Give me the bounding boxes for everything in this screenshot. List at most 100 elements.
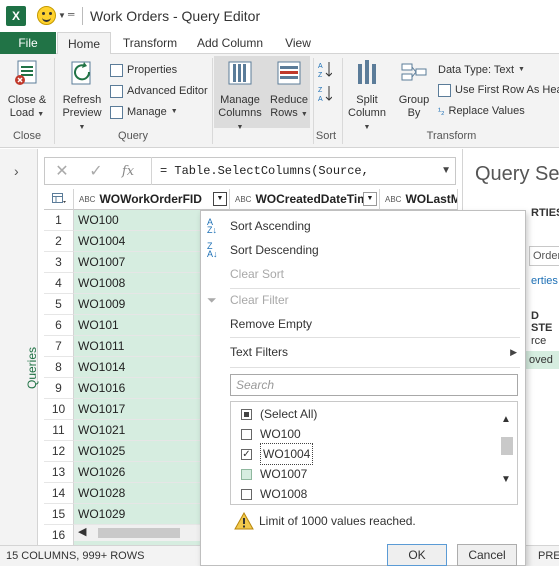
column-filter-dropdown-icon[interactable]: ▼ <box>213 192 227 206</box>
text-type-icon: ABC <box>79 194 96 204</box>
table-menu-icon[interactable] <box>44 189 74 210</box>
filter-value-item[interactable]: (Select All) <box>241 404 317 424</box>
ribbon: Close & Load ▼ Close Refresh Preview ▼ P… <box>0 54 559 148</box>
filter-value-item[interactable]: WO1008 <box>241 484 307 504</box>
cancel-formula-icon[interactable]: ✕ <box>45 161 79 181</box>
column-filter-dropdown-icon[interactable]: ▼ <box>363 192 377 206</box>
ok-button[interactable]: OK <box>387 544 447 566</box>
row-number[interactable]: 9 <box>44 378 74 399</box>
row-number[interactable]: 2 <box>44 231 74 252</box>
manage-columns-button[interactable]: Manage Columns ▼ <box>216 58 264 134</box>
chevron-down-icon: ▼ <box>236 124 244 131</box>
chevron-down-icon[interactable]: ▼ <box>58 11 66 20</box>
manage-button[interactable]: Manage ▼ <box>110 103 178 121</box>
row-number[interactable]: 5 <box>44 294 74 315</box>
tab-file[interactable]: File <box>0 32 56 54</box>
tab-home[interactable]: Home <box>57 32 111 55</box>
formula-input[interactable]: = Table.SelectColumns(Source, <box>152 164 422 178</box>
row-number[interactable]: 8 <box>44 357 74 378</box>
chevron-up-icon[interactable]: ▲ <box>501 414 511 425</box>
commit-formula-icon[interactable]: ✓ <box>79 161 113 181</box>
use-first-row-button[interactable]: Use First Row As Headers <box>438 81 559 99</box>
text-filters-menu-item[interactable]: Text Filters ▶ <box>201 341 525 363</box>
checkbox[interactable] <box>241 488 252 500</box>
clear-filter-label: Clear Filter <box>230 293 289 307</box>
column-header[interactable]: ABC WOCreatedDateTime ▼ <box>230 189 380 210</box>
checkbox[interactable]: ✓ <box>241 448 252 460</box>
filter-value-label: WO100 <box>260 427 301 441</box>
tab-transform[interactable]: Transform <box>120 32 180 54</box>
chevron-right-icon[interactable]: › <box>14 163 19 179</box>
column-filter-menu: A Z↓ Sort Ascending Z A↓ Sort Descending C… <box>200 210 526 566</box>
row-number[interactable]: 11 <box>44 420 74 441</box>
ribbon-tabs: File Home Transform Add Column View <box>0 32 559 55</box>
row-number[interactable]: 16 <box>44 525 74 545</box>
row-number[interactable]: 1 <box>44 210 74 231</box>
sort-descending-menu-item[interactable]: Z A↓ Sort Descending <box>201 239 525 261</box>
close-and-load-button[interactable]: Close & Load ▼ <box>4 58 50 121</box>
filter-value-item[interactable]: ✓ WO1004 <box>241 443 314 465</box>
filter-search-input[interactable]: Search <box>230 374 518 396</box>
refresh-line1: Refresh <box>62 94 102 106</box>
row-number[interactable]: 15 <box>44 504 74 525</box>
menu-separator <box>230 367 520 368</box>
applied-step-selected[interactable]: oved <box>525 351 559 369</box>
data-type-dropdown[interactable]: Data Type: Text ▼ <box>438 61 525 79</box>
column-header[interactable]: ABC WOWorkOrderFID ▼ <box>74 189 230 210</box>
query-name-input[interactable]: Orders <box>529 246 559 266</box>
advanced-editor-button[interactable]: Advanced Editor <box>110 82 208 100</box>
row-number[interactable]: 14 <box>44 483 74 504</box>
chevron-down-icon: ▼ <box>300 111 308 118</box>
sort-descending-ribbon-button[interactable]: ZA <box>318 84 332 102</box>
remove-empty-menu-item[interactable]: Remove Empty <box>201 313 525 335</box>
group-by-button[interactable]: Group By <box>394 58 434 120</box>
vertical-scrollbar[interactable]: ▲ ▼ <box>499 406 515 502</box>
properties-button[interactable]: Properties <box>110 61 177 79</box>
checkbox[interactable] <box>241 428 252 440</box>
tab-view[interactable]: View <box>280 32 316 54</box>
scrollbar-thumb[interactable] <box>501 437 513 455</box>
fx-icon[interactable]: fx <box>113 164 143 179</box>
row-number[interactable]: 12 <box>44 441 74 462</box>
replace-values-label: Replace Values <box>448 105 525 117</box>
sort-ascending-ribbon-button[interactable]: AZ <box>318 60 332 78</box>
row-number[interactable]: 4 <box>44 273 74 294</box>
reduce-rows-line2: Rows <box>270 107 298 119</box>
customize-quick-access-icon[interactable]: ═ <box>68 9 74 19</box>
advanced-editor-label: Advanced Editor <box>127 85 208 97</box>
all-properties-link[interactable]: erties <box>531 275 558 287</box>
row-number[interactable]: 10 <box>44 399 74 420</box>
queries-pane-label[interactable]: Queries <box>25 347 39 389</box>
row-number[interactable]: 13 <box>44 462 74 483</box>
column-header[interactable]: ABC WOLastMo <box>380 189 458 210</box>
sort-ascending-menu-item[interactable]: A Z↓ Sort Ascending <box>201 215 525 237</box>
clear-filter-menu-item[interactable]: ⏷ Clear Filter <box>201 289 525 311</box>
tab-add-column[interactable]: Add Column <box>196 32 264 54</box>
refresh-preview-button[interactable]: Refresh Preview ▼ <box>58 58 106 134</box>
scrollbar-thumb[interactable] <box>98 528 180 538</box>
checkbox[interactable] <box>241 408 252 420</box>
chevron-down-icon: ▼ <box>518 66 525 73</box>
split-column-button[interactable]: Split Column ▼ <box>344 58 390 134</box>
cancel-button[interactable]: Cancel <box>457 544 517 566</box>
menu-separator <box>230 337 520 338</box>
checkbox[interactable] <box>241 468 252 480</box>
excel-logo-icon[interactable]: X <box>6 6 26 26</box>
filter-value-item[interactable]: WO100 <box>241 424 301 444</box>
row-number[interactable]: 7 <box>44 336 74 357</box>
row-number[interactable]: 3 <box>44 252 74 273</box>
reduce-rows-button[interactable]: Reduce Rows ▼ <box>266 58 312 121</box>
clear-sort-menu-item[interactable]: Clear Sort <box>201 263 525 285</box>
chevron-down-icon[interactable]: ▼ <box>441 165 451 176</box>
group-label-close: Close <box>12 130 42 142</box>
title-separator <box>82 7 83 25</box>
chevron-left-icon[interactable]: ◀ <box>78 525 86 538</box>
chevron-down-icon[interactable]: ▼ <box>501 474 511 485</box>
applied-step[interactable]: rce <box>531 335 546 347</box>
row-number[interactable]: 6 <box>44 315 74 336</box>
filter-value-item[interactable]: WO1007 <box>241 464 307 484</box>
manage-columns-line1: Manage <box>220 94 260 106</box>
text-type-icon: ABC <box>385 194 402 204</box>
replace-values-button[interactable]: ¹₂ Replace Values <box>438 102 525 120</box>
smiley-feedback-icon[interactable] <box>37 6 56 25</box>
